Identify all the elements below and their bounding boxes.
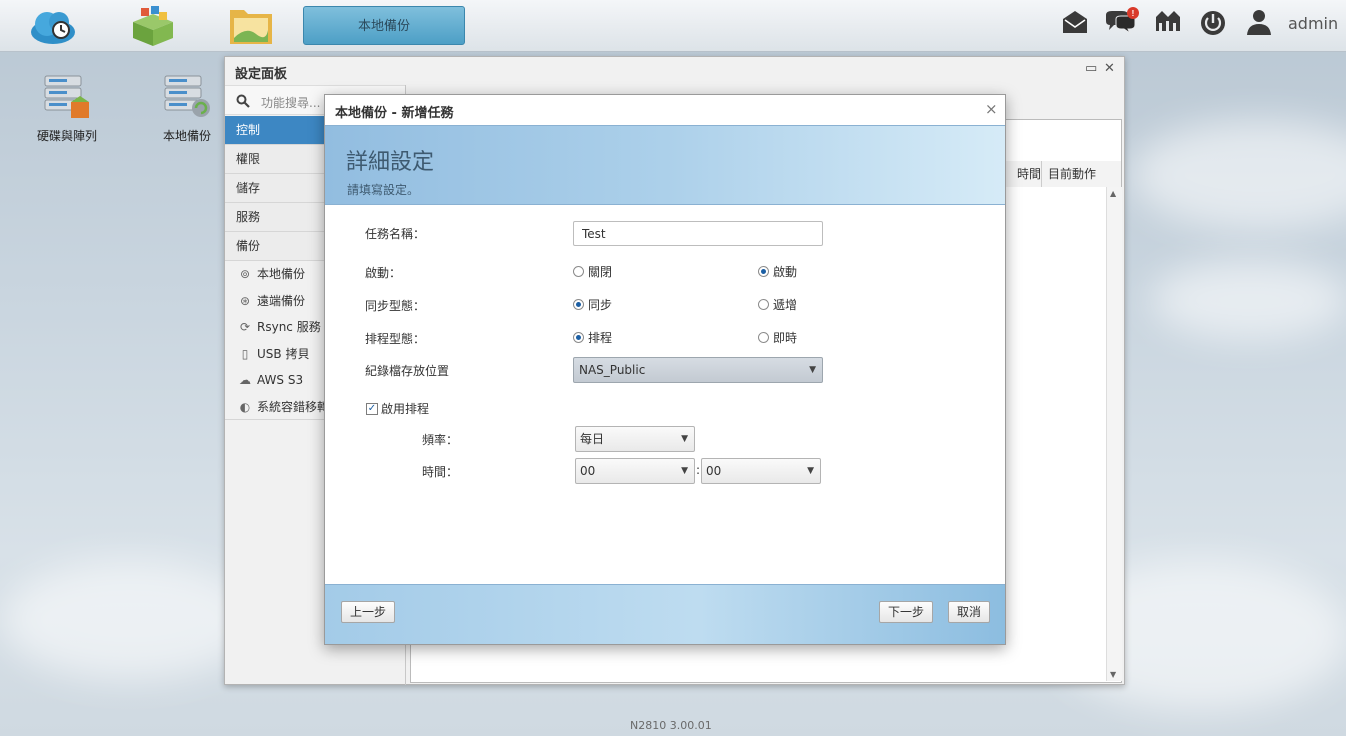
dialog-header-subtitle: 請填寫設定。 <box>347 183 420 197</box>
local-backup-icon <box>164 75 210 117</box>
taskbar-active-task[interactable]: 本地備份 <box>303 6 465 45</box>
scrollbar[interactable]: ▲ ▼ <box>1106 187 1122 681</box>
dialog-footer: 上一步 下一步 取消 <box>325 584 1005 644</box>
desktop-icon-label: 硬碟與陣列 <box>36 129 97 143</box>
radio-label: 排程 <box>588 331 613 345</box>
column-header-time[interactable]: 時間 <box>1001 161 1041 187</box>
immediate-radio[interactable]: 即時 <box>758 329 797 346</box>
sync-icon: ⟳ <box>239 320 251 334</box>
select-value: 00 <box>580 464 596 478</box>
frequency-select[interactable]: 每日 ▼ <box>575 426 695 452</box>
next-button[interactable]: 下一步 <box>879 601 934 623</box>
chevron-down-icon: ▼ <box>681 434 688 444</box>
prev-button[interactable]: 上一步 <box>341 601 396 623</box>
dialog-header-title: 詳細設定 <box>346 150 435 175</box>
task-name-label: 任務名稱： <box>365 227 426 241</box>
dialog-title: 本地備份 - 新增任務 <box>335 106 454 121</box>
enable-on-radio[interactable]: 啟動 <box>758 263 797 280</box>
schedule-type-label: 排程型態： <box>365 332 426 346</box>
sub-item-label: Rsync 服務 <box>257 320 321 334</box>
cloud-app-icon[interactable] <box>27 4 79 48</box>
radio-selected-icon <box>573 299 584 310</box>
panel-title: 設定面板 <box>235 67 288 82</box>
mail-icon[interactable] <box>1060 7 1090 37</box>
frequency-label: 頻率： <box>422 433 459 447</box>
select-value: 00 <box>706 464 722 478</box>
network-icon[interactable] <box>1153 7 1183 37</box>
local-backup-icon: ⊚ <box>239 267 251 281</box>
close-icon[interactable]: ✕ <box>1104 61 1115 76</box>
chevron-down-icon: ▼ <box>807 466 814 476</box>
failover-icon: ◐ <box>239 399 251 414</box>
desktop-icon-label: 本地備份 <box>162 129 211 143</box>
checkbox-checked-icon: ✓ <box>366 402 378 415</box>
select-value: NAS_Public <box>579 363 646 377</box>
hour-select[interactable]: 00 ▼ <box>575 458 695 484</box>
sync-radio[interactable]: 同步 <box>573 296 612 313</box>
version-label: N2810 3.00.01 <box>630 719 712 732</box>
task-name-input[interactable] <box>573 221 823 246</box>
time-separator: : <box>696 463 701 477</box>
app-center-icon[interactable] <box>127 4 179 48</box>
cloud-icon: ☁ <box>239 373 251 387</box>
sub-item-label: USB 拷貝 <box>257 346 310 361</box>
radio-label: 遞增 <box>773 298 798 312</box>
select-value: 每日 <box>580 432 605 446</box>
messages-icon[interactable]: ! <box>1104 7 1139 37</box>
dialog-header-band: 詳細設定 請填寫設定。 <box>325 125 1005 205</box>
username-label[interactable]: admin <box>1288 14 1338 33</box>
close-icon[interactable]: × <box>985 100 998 118</box>
radio-icon <box>573 266 584 277</box>
sub-item-label: 系統容錯移轉 <box>257 399 330 414</box>
enable-off-radio[interactable]: 關閉 <box>573 263 612 280</box>
radio-label: 啟動 <box>773 265 798 279</box>
column-header-action[interactable]: 目前動作 <box>1041 161 1121 187</box>
background-cloud <box>1150 260 1346 340</box>
desktop-icon-raid[interactable]: 硬碟與陣列 <box>22 74 112 144</box>
scroll-down-icon[interactable]: ▼ <box>1110 670 1116 679</box>
usb-icon: ▯ <box>241 346 249 361</box>
user-icon[interactable] <box>1244 7 1274 37</box>
radio-label: 同步 <box>588 298 613 312</box>
sub-item-label: 遠端備份 <box>257 293 306 308</box>
radio-label: 即時 <box>773 331 798 345</box>
search-placeholder: 功能搜尋... <box>261 96 321 110</box>
taskbar: 本地備份 ! admin <box>0 0 1346 52</box>
raid-icon <box>44 75 89 118</box>
svg-text:!: ! <box>1132 9 1135 18</box>
radio-selected-icon <box>758 266 769 277</box>
incremental-radio[interactable]: 遞增 <box>758 296 797 313</box>
checkbox-label: 啟用排程 <box>381 402 430 416</box>
scroll-up-icon[interactable]: ▲ <box>1110 189 1116 198</box>
search-icon <box>236 94 250 108</box>
sub-item-label: 本地備份 <box>257 267 306 281</box>
chevron-down-icon: ▼ <box>681 466 688 476</box>
radio-icon <box>758 332 769 343</box>
schedule-radio[interactable]: 排程 <box>573 329 612 346</box>
cancel-button[interactable]: 取消 <box>948 601 991 623</box>
log-location-select[interactable]: NAS_Public ▼ <box>573 357 823 383</box>
background-cloud <box>1130 120 1346 230</box>
chevron-down-icon: ▼ <box>809 365 816 375</box>
radio-label: 關閉 <box>588 265 613 279</box>
new-task-dialog: 本地備份 - 新增任務 × 詳細設定 請填寫設定。 任務名稱： 啟動： 關閉 啟… <box>324 94 1006 645</box>
power-icon[interactable] <box>1198 7 1228 37</box>
enable-label: 啟動： <box>365 266 402 280</box>
file-browser-icon[interactable] <box>226 4 278 48</box>
time-label: 時間： <box>422 465 459 479</box>
desktop-icon-local-backup[interactable]: 本地備份 <box>142 74 232 144</box>
remote-backup-icon: ⊛ <box>239 293 251 308</box>
minute-select[interactable]: 00 ▼ <box>701 458 821 484</box>
maximize-icon[interactable]: ▭ <box>1085 61 1097 76</box>
log-location-label: 紀錄檔存放位置 <box>365 364 450 378</box>
sub-item-label: AWS S3 <box>257 373 304 387</box>
background-cloud <box>0 560 260 680</box>
radio-icon <box>758 299 769 310</box>
sync-type-label: 同步型態： <box>365 299 426 313</box>
enable-schedule-checkbox[interactable]: ✓ 啟用排程 <box>366 400 429 417</box>
radio-selected-icon <box>573 332 584 343</box>
